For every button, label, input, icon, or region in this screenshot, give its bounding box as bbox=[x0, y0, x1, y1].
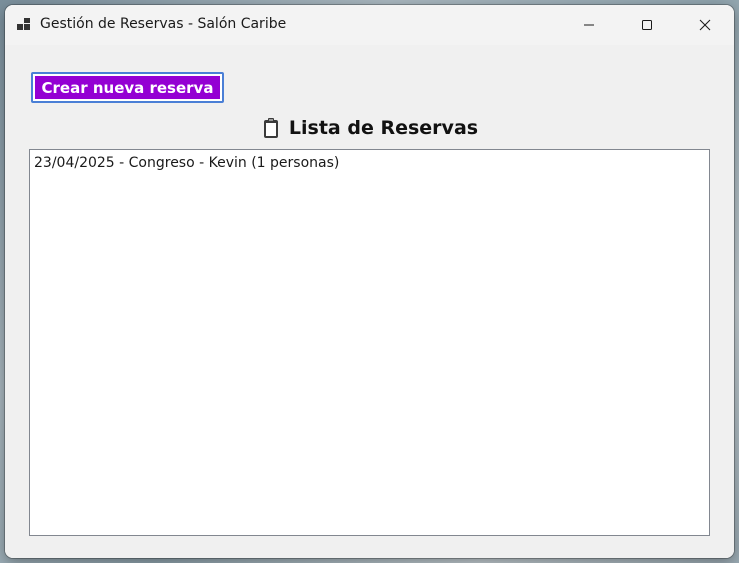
title-bar[interactable]: Gestión de Reservas - Salón Caribe bbox=[5, 5, 734, 45]
minimize-button[interactable] bbox=[560, 5, 618, 45]
minimize-icon bbox=[584, 24, 594, 26]
maximize-icon bbox=[642, 20, 652, 30]
list-heading-text: Lista de Reservas bbox=[288, 117, 479, 139]
app-icon bbox=[17, 18, 30, 30]
app-window: Gestión de Reservas - Salón Caribe Crear… bbox=[5, 5, 734, 558]
reservations-listbox[interactable]: 23/04/2025 - Congreso - Kevin (1 persona… bbox=[29, 149, 710, 536]
maximize-button[interactable] bbox=[618, 5, 676, 45]
close-button[interactable] bbox=[676, 5, 734, 45]
create-reservation-button[interactable]: Crear nueva reserva bbox=[31, 72, 224, 103]
list-item[interactable]: 23/04/2025 - Congreso - Kevin (1 persona… bbox=[30, 153, 709, 173]
list-heading: Lista de Reservas bbox=[5, 113, 734, 143]
client-area: Crear nueva reserva Lista de Reservas 23… bbox=[5, 45, 734, 558]
clipboard-icon bbox=[263, 118, 278, 138]
close-icon bbox=[699, 19, 711, 31]
window-title: Gestión de Reservas - Salón Caribe bbox=[40, 16, 287, 32]
create-reservation-label: Crear nueva reserva bbox=[35, 76, 220, 99]
